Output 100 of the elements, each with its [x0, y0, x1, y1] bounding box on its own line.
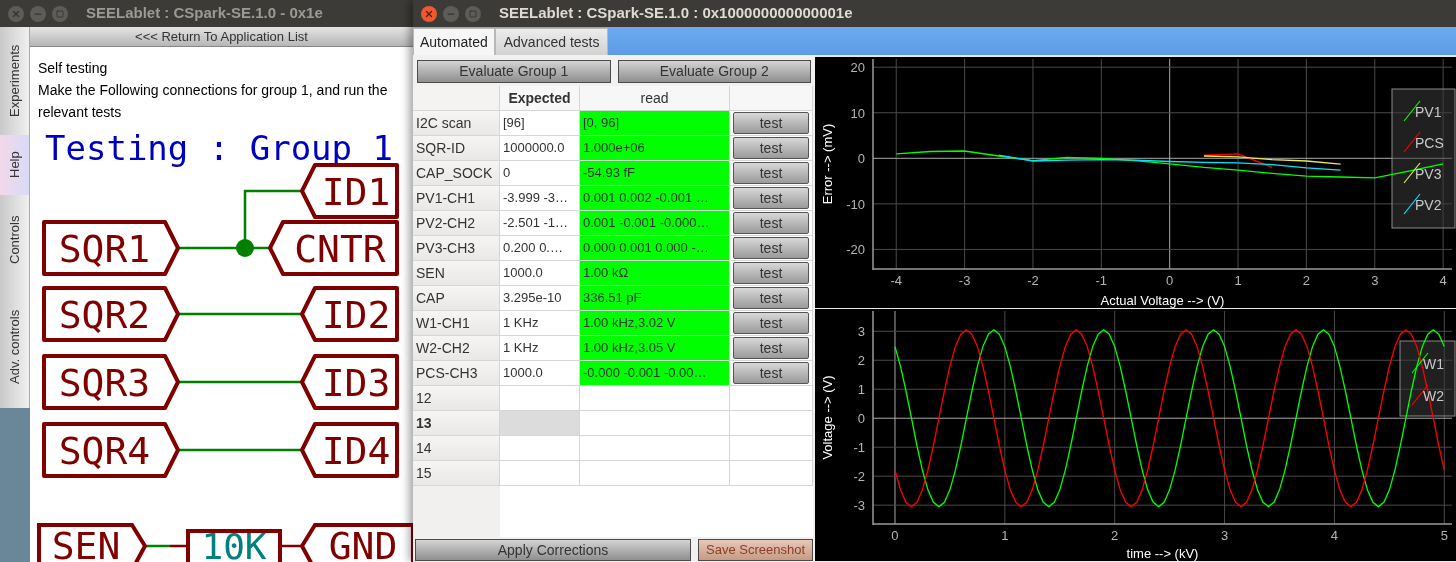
column-header: read — [580, 86, 730, 111]
axis-title: Error --> (mV) — [820, 123, 836, 205]
tick-label: 3 — [857, 324, 865, 340]
row-header[interactable]: 14 — [413, 436, 500, 461]
maximize-button[interactable] — [52, 5, 68, 22]
axis-title: time --> (kV) — [1126, 546, 1199, 561]
net-label: GND — [299, 523, 413, 562]
tick-label: 2 — [1111, 528, 1119, 543]
table-cell: 1.00 kHz,3.05 V — [580, 336, 730, 361]
test-button[interactable]: test — [733, 187, 809, 209]
tick-label: 4 — [1439, 273, 1447, 288]
close-icon — [11, 8, 21, 19]
table-cell: 1.00 kΩ — [580, 261, 730, 286]
tick-label: -3 — [958, 273, 971, 288]
row-header[interactable]: PV3-CH3 — [413, 236, 500, 261]
table-cell: 336.51 pF — [580, 286, 730, 311]
table-cell: 1000000.0 — [500, 136, 580, 161]
instruction-text: Self testing — [38, 59, 109, 78]
test-button[interactable]: test — [733, 262, 809, 284]
net-label: CNTR — [268, 220, 399, 276]
test-button[interactable]: test — [733, 287, 809, 309]
tick-label: 1 — [1234, 273, 1242, 288]
close-button[interactable] — [421, 5, 437, 22]
table-cell: 0.001 -0.001 -0.000… — [580, 211, 730, 236]
minimize-button[interactable] — [30, 5, 46, 22]
legend-label: PV2 — [1415, 197, 1442, 213]
row-header[interactable]: W1-CH1 — [413, 311, 500, 336]
row-header[interactable]: PV2-CH2 — [413, 211, 500, 236]
test-button[interactable]: test — [733, 212, 809, 234]
row-header[interactable]: SEN — [413, 261, 500, 286]
table-cell: 1000.0 — [500, 261, 580, 286]
table-cell: 0.200 0.… — [500, 236, 580, 261]
row-header[interactable]: 13 — [413, 411, 500, 436]
maximize-icon — [469, 9, 477, 18]
maximize-icon — [56, 9, 64, 18]
net-label: SEN — [37, 523, 148, 562]
tick-label: 0 — [857, 151, 865, 167]
table-cell: 1.00 kHz,3.02 V — [580, 311, 730, 336]
apply-corrections-button[interactable]: Apply Corrections — [415, 539, 691, 561]
test-button[interactable]: test — [733, 337, 809, 359]
tick-label: 2 — [857, 353, 865, 369]
tick-label: 10 — [850, 105, 865, 121]
table-cell: 0 — [500, 161, 580, 186]
tick-label: -1 — [853, 440, 865, 456]
row-header[interactable]: 12 — [413, 386, 500, 411]
side-tab[interactable]: Controls — [0, 195, 30, 285]
window-title: SEELablet : CSpark-SE.1.0 - 0x1e — [86, 3, 323, 24]
save-screenshot-button[interactable]: Save Screenshot — [698, 539, 813, 561]
tick-label: -10 — [846, 196, 865, 212]
net-label: ID4 — [300, 422, 399, 478]
row-header[interactable]: I2C scan — [413, 111, 500, 136]
table-cell: -2.501 -1… — [500, 211, 580, 236]
instruction-text: Make the Following connections for group 1, and run the relevant tests — [38, 81, 389, 122]
tick-label: 1 — [1001, 528, 1009, 543]
return-button[interactable]: <<< Return To Application List — [30, 27, 413, 47]
test-button[interactable]: test — [733, 112, 809, 134]
axis-title: Voltage --> (V) — [820, 375, 836, 460]
tick-label: -2 — [853, 469, 865, 485]
row-header[interactable]: CAP_SOCK — [413, 161, 500, 186]
evaluate-button[interactable]: Evaluate Group 2 — [617, 60, 811, 83]
tick-label: 0 — [1166, 273, 1174, 288]
row-header[interactable]: 15 — [413, 461, 500, 486]
tick-label: 2 — [1302, 273, 1310, 288]
test-button[interactable]: test — [733, 237, 809, 259]
side-tab[interactable]: Adv. controls — [0, 285, 30, 408]
test-button[interactable]: test — [733, 312, 809, 334]
row-header[interactable]: PV1-CH1 — [413, 186, 500, 211]
tick-label: 1 — [857, 382, 865, 398]
net-label: SQR4 — [42, 422, 180, 478]
legend-label: W1 — [1423, 356, 1444, 372]
tick-label: 3 — [1220, 528, 1229, 543]
maximize-button[interactable] — [465, 5, 481, 22]
table-cell: 0.000 0.001 0.000 -… — [580, 236, 730, 261]
table-cell: [96] — [500, 111, 580, 136]
tick-label: 20 — [850, 60, 865, 76]
row-header[interactable]: SQR-ID — [413, 136, 500, 161]
side-tab[interactable]: Help — [0, 135, 30, 195]
tab[interactable]: Automated — [413, 28, 495, 55]
evaluate-button[interactable]: Evaluate Group 1 — [417, 60, 611, 83]
row-header[interactable]: PCS-CH3 — [413, 361, 500, 386]
legend-label: PCS — [1415, 135, 1444, 151]
table-cell: 1000.0 — [500, 361, 580, 386]
minimize-button[interactable] — [443, 5, 459, 22]
row-header[interactable]: CAP — [413, 286, 500, 311]
row-header[interactable]: W2-CH2 — [413, 336, 500, 361]
junction-dot — [236, 239, 254, 257]
test-button[interactable]: test — [733, 362, 809, 384]
test-button[interactable]: test — [733, 137, 809, 159]
side-tab[interactable]: Experiments — [0, 27, 30, 135]
window-title: SEELablet : CSpark-SE.1.0 : 0x100000000000001e — [499, 3, 853, 24]
tick-label: -3 — [853, 498, 865, 514]
net-label: SQR3 — [42, 354, 180, 410]
tick-label: -1 — [1095, 273, 1108, 288]
table-cell: -3.999 -3… — [500, 186, 580, 211]
table-cell: 0.001 0.002 -0.001 … — [580, 186, 730, 211]
table-cell: 1 KHz — [500, 336, 580, 361]
tab[interactable]: Advanced tests — [494, 28, 609, 55]
close-button[interactable] — [8, 5, 24, 22]
tick-label: 0 — [857, 411, 865, 427]
test-button[interactable]: test — [733, 162, 809, 184]
